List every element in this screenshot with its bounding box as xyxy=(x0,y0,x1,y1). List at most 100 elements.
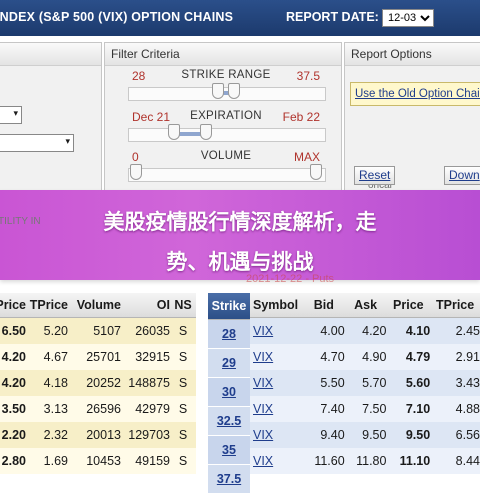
table-row: 2.80 1.69 10453 49159 S xyxy=(0,448,196,474)
table-row: VIX 4.70 4.90 4.79 2.91 xyxy=(250,344,480,370)
table-cell: 10453 xyxy=(68,448,121,474)
left-panel-header xyxy=(0,43,101,66)
table-row: 2.20 2.32 20013 129703 S xyxy=(0,422,196,448)
table-cell: 4.70 xyxy=(302,344,345,370)
table-cell: 4.00 xyxy=(302,317,345,344)
table-cell: 20013 xyxy=(68,422,121,448)
download-button[interactable]: Down xyxy=(444,166,480,185)
symbol-link[interactable]: VIX xyxy=(250,344,303,370)
chevron-down-icon: ▾ xyxy=(65,136,70,146)
table-row: VIX 4.00 4.20 4.10 2.45 xyxy=(250,317,480,344)
table-row: 30 xyxy=(208,377,250,407)
column-header[interactable]: Price xyxy=(0,293,26,318)
symbol-link[interactable]: VIX xyxy=(250,396,303,422)
symbol-link[interactable]: VIX xyxy=(250,422,303,448)
table-cell: 9.50 xyxy=(344,422,387,448)
calls-table: Price TPrice Volume OI NS 6.505.20510726… xyxy=(0,293,196,474)
column-header[interactable]: Bid xyxy=(302,293,345,318)
reset-button[interactable]: Reset xyxy=(354,166,396,185)
strike-column: Strike 28 29 30 32.5 35 37.5 xyxy=(208,293,250,494)
table-cell: 5.60 xyxy=(386,370,431,396)
table-cell: 2.91 xyxy=(430,344,480,370)
table-cell: 26596 xyxy=(68,396,121,422)
strike-link[interactable]: 32.5 xyxy=(208,406,250,436)
table-cell: 4.67 xyxy=(26,344,68,370)
table-row: 3.50 3.13 26596 42979 S xyxy=(0,396,196,422)
table-row: 37.5 xyxy=(208,464,250,494)
slider-handle-low[interactable] xyxy=(130,164,142,180)
table-cell: S xyxy=(170,317,196,344)
table-cell: 2.80 xyxy=(0,448,26,474)
column-header[interactable]: NS xyxy=(170,293,196,318)
column-header[interactable]: Symbol xyxy=(250,293,303,318)
table-cell: S xyxy=(170,422,196,448)
strike-link[interactable]: 35 xyxy=(208,435,250,465)
table-row: 35 xyxy=(208,435,250,465)
symbol-link[interactable]: VIX xyxy=(250,370,303,396)
table-cell: 3.13 xyxy=(26,396,68,422)
slider-handle-high[interactable] xyxy=(310,164,322,180)
table-row: 6.50 5.20 5107 26035 S xyxy=(0,317,196,344)
strike-header[interactable]: Strike xyxy=(208,293,250,320)
table-row: 28 xyxy=(208,319,250,349)
table-cell: 20252 xyxy=(68,370,121,396)
puts-subheader: 2021-12-22 - Puts xyxy=(246,273,335,285)
left-select-wide[interactable]: ▾ xyxy=(0,134,74,152)
table-row: VIX 5.50 5.70 5.60 3.43 xyxy=(250,370,480,396)
strike-range-slider[interactable]: 28 STRIKE RANGE 37.5 xyxy=(128,69,326,105)
table-cell: 11.10 xyxy=(386,448,431,474)
table-cell: 49159 xyxy=(121,448,170,474)
table-cell: 129703 xyxy=(121,422,170,448)
table-cell: 4.20 xyxy=(0,344,26,370)
table-cell: 4.88 xyxy=(430,396,480,422)
table-cell: 42979 xyxy=(121,396,170,422)
strike-link[interactable]: 30 xyxy=(208,377,250,407)
strike-link[interactable]: 37.5 xyxy=(208,464,250,494)
strike-link[interactable]: 28 xyxy=(208,319,250,349)
symbol-link[interactable]: VIX xyxy=(250,448,303,474)
table-row: VIX 11.60 11.80 11.10 8.44 xyxy=(250,448,480,474)
table-cell: 3.43 xyxy=(430,370,480,396)
table-cell: 7.40 xyxy=(302,396,345,422)
column-header[interactable]: Ask xyxy=(344,293,387,318)
volume-high-value: MAX xyxy=(293,150,320,164)
slider-track[interactable] xyxy=(128,128,326,142)
slider-handle-low[interactable] xyxy=(168,124,180,140)
table-cell: 4.79 xyxy=(386,344,431,370)
table-cell: 4.90 xyxy=(344,344,387,370)
symbol-link[interactable]: VIX xyxy=(250,317,303,344)
table-row: VIX 9.40 9.50 9.50 6.56 xyxy=(250,422,480,448)
header-bar: INDEX (S&P 500 (VIX) OPTION CHAINS REPOR… xyxy=(0,0,480,36)
report-date-select[interactable]: 12-03 xyxy=(382,9,434,27)
column-header[interactable]: OI xyxy=(121,293,170,318)
table-cell: 5.70 xyxy=(344,370,387,396)
report-date-label: REPORT DATE: xyxy=(286,10,379,24)
column-header[interactable]: TPrice xyxy=(26,293,68,318)
puts-header-row: Symbol Bid Ask Price TPrice xyxy=(250,293,480,318)
column-header[interactable]: TPrice xyxy=(430,293,480,318)
table-cell: 32915 xyxy=(121,344,170,370)
table-cell: 2.45 xyxy=(430,317,480,344)
table-cell: 148875 xyxy=(121,370,170,396)
table-row: VIX 7.40 7.50 7.10 4.88 xyxy=(250,396,480,422)
table-cell: 5.50 xyxy=(302,370,345,396)
old-option-chain-link[interactable]: Use the Old Option Chain xyxy=(350,82,480,106)
slider-handle-high[interactable] xyxy=(228,83,240,99)
table-row: 4.20 4.18 20252 148875 S xyxy=(0,370,196,396)
expiration-slider[interactable]: Dec 21 EXPIRATION Feb 22 xyxy=(128,110,326,146)
volume-slider[interactable]: 0 VOLUME MAX xyxy=(128,150,326,186)
strike-link[interactable]: 29 xyxy=(208,348,250,378)
column-header[interactable]: Volume xyxy=(68,293,121,318)
report-options-title: Report Options xyxy=(345,43,480,66)
table-cell: 4.20 xyxy=(0,370,26,396)
table-cell: 6.56 xyxy=(430,422,480,448)
table-cell: 4.18 xyxy=(26,370,68,396)
calls-header-row: Price TPrice Volume OI NS xyxy=(0,293,196,318)
slider-handle-low[interactable] xyxy=(212,83,224,99)
slider-handle-high[interactable] xyxy=(200,124,212,140)
left-select-small[interactable]: ▾ xyxy=(0,106,22,124)
column-header[interactable]: Price xyxy=(386,293,431,318)
slider-track[interactable] xyxy=(128,168,326,182)
table-cell: 8.44 xyxy=(430,448,480,474)
table-cell: 11.60 xyxy=(302,448,345,474)
